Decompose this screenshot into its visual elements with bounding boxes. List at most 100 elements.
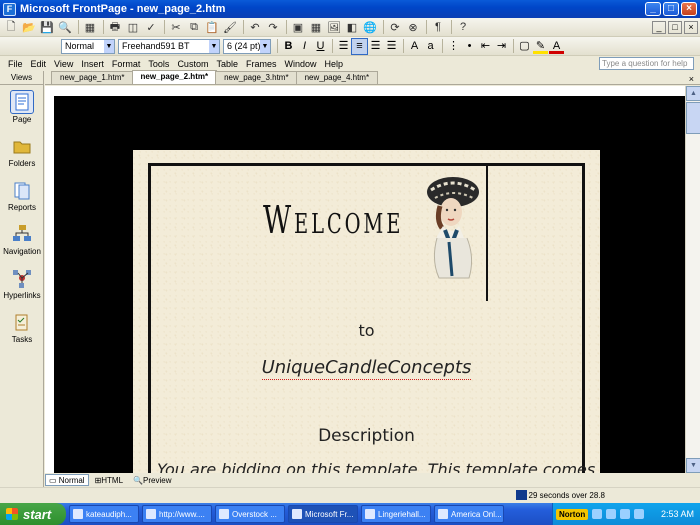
help-search-input[interactable]: Type a question for help	[599, 57, 694, 70]
tab-new-page-1[interactable]: new_page_1.htm*	[51, 71, 134, 84]
insert-table-icon[interactable]: ▦	[308, 20, 324, 35]
increase-indent-icon[interactable]: ⇥	[494, 39, 509, 54]
mode-normal[interactable]: ▭ Normal	[45, 474, 89, 486]
view-tasks[interactable]: Tasks	[0, 305, 44, 349]
insert-picture-icon[interactable]: 🖼	[326, 20, 342, 35]
align-center-icon[interactable]: ≡	[351, 37, 368, 55]
drawing-icon[interactable]: ◧	[344, 20, 360, 35]
task-http[interactable]: http://www....	[142, 505, 212, 523]
doc-close-button[interactable]: ×	[684, 20, 698, 34]
description-body: You are bidding on this template. This t…	[157, 460, 600, 473]
publish-icon[interactable]: ▦	[82, 20, 98, 35]
page-editor[interactable]: Welcome to UniqueCandleConcepts Descript…	[45, 86, 685, 473]
underline-button[interactable]: U	[313, 39, 328, 54]
start-label: start	[23, 506, 52, 522]
document-tabs: new_page_1.htm* new_page_2.htm* new_page…	[45, 70, 700, 85]
align-right-icon[interactable]: ☰	[368, 39, 383, 54]
justify-icon[interactable]: ☰	[384, 39, 399, 54]
menu-table[interactable]: Table	[216, 59, 238, 69]
stop-icon[interactable]: ⊗	[405, 20, 421, 35]
tab-new-page-3[interactable]: new_page_3.htm*	[215, 71, 298, 84]
task-overstock[interactable]: Overstock ...	[215, 505, 285, 523]
web-component-icon[interactable]: ▣	[290, 20, 306, 35]
minimize-button[interactable]: _	[645, 2, 661, 16]
refresh-icon[interactable]: ⟳	[387, 20, 403, 35]
tab-new-page-4[interactable]: new_page_4.htm*	[295, 71, 379, 84]
menu-tools[interactable]: Tools	[148, 59, 169, 69]
scroll-thumb[interactable]	[686, 102, 700, 134]
tab-new-page-2[interactable]: new_page_2.htm*	[131, 70, 218, 84]
redo-icon[interactable]: ↷	[265, 20, 281, 35]
view-navigation[interactable]: Navigation	[0, 217, 44, 261]
font-size-select[interactable]: 6 (24 pt) ▼	[223, 38, 271, 54]
search-icon[interactable]: 🔍	[57, 20, 73, 35]
font-select[interactable]: Freehand591 BT ▼	[118, 38, 220, 54]
decrease-indent-icon[interactable]: ⇤	[478, 39, 493, 54]
menu-format[interactable]: Format	[112, 59, 141, 69]
aol-icon	[438, 509, 448, 519]
views-bar: Views Page Folders Reports Navigation Hy…	[0, 71, 44, 487]
menu-window[interactable]: Window	[284, 59, 316, 69]
browser-icon	[219, 509, 229, 519]
task-lingeriehall[interactable]: Lingeriehall...	[361, 505, 431, 523]
close-tab-icon[interactable]: ×	[689, 74, 694, 84]
menu-custom[interactable]: Custom	[177, 59, 208, 69]
copy-icon[interactable]: ⧉	[186, 20, 202, 35]
new-page-icon[interactable]: 🗋	[3, 20, 19, 35]
close-button[interactable]: ×	[681, 2, 697, 16]
task-microsoft-frontpage[interactable]: Microsoft Fr...	[288, 505, 358, 523]
save-icon[interactable]: 💾	[39, 20, 55, 35]
decrease-font-icon[interactable]: a	[423, 39, 438, 54]
borders-icon[interactable]: ▢	[517, 39, 532, 54]
numbering-icon[interactable]: ⋮	[446, 39, 461, 54]
task-label: kateaudiph...	[86, 509, 132, 519]
preview-in-browser-icon[interactable]: ◫	[125, 20, 141, 35]
open-icon[interactable]: 📂	[21, 20, 37, 35]
scroll-up-icon[interactable]: ▲	[686, 86, 700, 101]
download-time: 29 seconds over 28.8	[515, 490, 605, 500]
menu-frames[interactable]: Frames	[246, 59, 277, 69]
style-select[interactable]: Normal ▼	[61, 38, 115, 54]
spelling-icon[interactable]: ✓	[143, 20, 159, 35]
cut-icon[interactable]: ✂	[168, 20, 184, 35]
task-america-online[interactable]: America Onl...	[434, 505, 504, 523]
format-painter-icon[interactable]: 🖌	[222, 20, 238, 35]
maximize-button[interactable]: □	[663, 2, 679, 16]
font-color-icon[interactable]: A	[549, 39, 564, 54]
task-kateaudiph[interactable]: kateaudiph...	[69, 505, 139, 523]
tray-icon-3[interactable]	[620, 509, 631, 519]
increase-font-icon[interactable]: A	[407, 39, 422, 54]
bullets-icon[interactable]: •	[462, 39, 477, 54]
menu-view[interactable]: View	[54, 59, 73, 69]
vertical-scrollbar[interactable]: ▲ ▼	[685, 86, 700, 473]
tray-icon-2[interactable]	[606, 509, 617, 519]
menu-help[interactable]: Help	[325, 59, 344, 69]
undo-icon[interactable]: ↶	[247, 20, 263, 35]
show-all-icon[interactable]: ¶	[430, 20, 446, 35]
doc-restore-button[interactable]: □	[668, 20, 682, 34]
view-folders[interactable]: Folders	[0, 129, 44, 173]
doc-minimize-button[interactable]: _	[652, 20, 666, 34]
menu-insert[interactable]: Insert	[81, 59, 104, 69]
frontpage-icon	[292, 509, 302, 519]
highlight-icon[interactable]: ✎	[533, 39, 548, 54]
mode-html[interactable]: ⊞HTML	[91, 474, 127, 486]
start-button[interactable]: start	[0, 503, 66, 525]
paste-icon[interactable]: 📋	[204, 20, 220, 35]
menu-file[interactable]: File	[8, 59, 23, 69]
norton-button[interactable]: Norton	[556, 508, 589, 520]
view-page[interactable]: Page	[0, 85, 44, 129]
tray-icon-4[interactable]	[634, 509, 645, 519]
scroll-down-icon[interactable]: ▼	[686, 458, 700, 473]
italic-button[interactable]: I	[297, 39, 312, 54]
mode-preview[interactable]: 🔍Preview	[129, 474, 175, 486]
print-icon[interactable]: 🖶	[107, 20, 123, 35]
view-reports[interactable]: Reports	[0, 173, 44, 217]
hyperlink-icon[interactable]: 🌐	[362, 20, 378, 35]
tray-icon-1[interactable]	[592, 509, 603, 519]
align-left-icon[interactable]: ☰	[336, 39, 351, 54]
help-icon[interactable]: ?	[455, 20, 471, 35]
view-hyperlinks[interactable]: Hyperlinks	[0, 261, 44, 305]
menu-edit[interactable]: Edit	[31, 59, 47, 69]
bold-button[interactable]: B	[281, 39, 296, 54]
